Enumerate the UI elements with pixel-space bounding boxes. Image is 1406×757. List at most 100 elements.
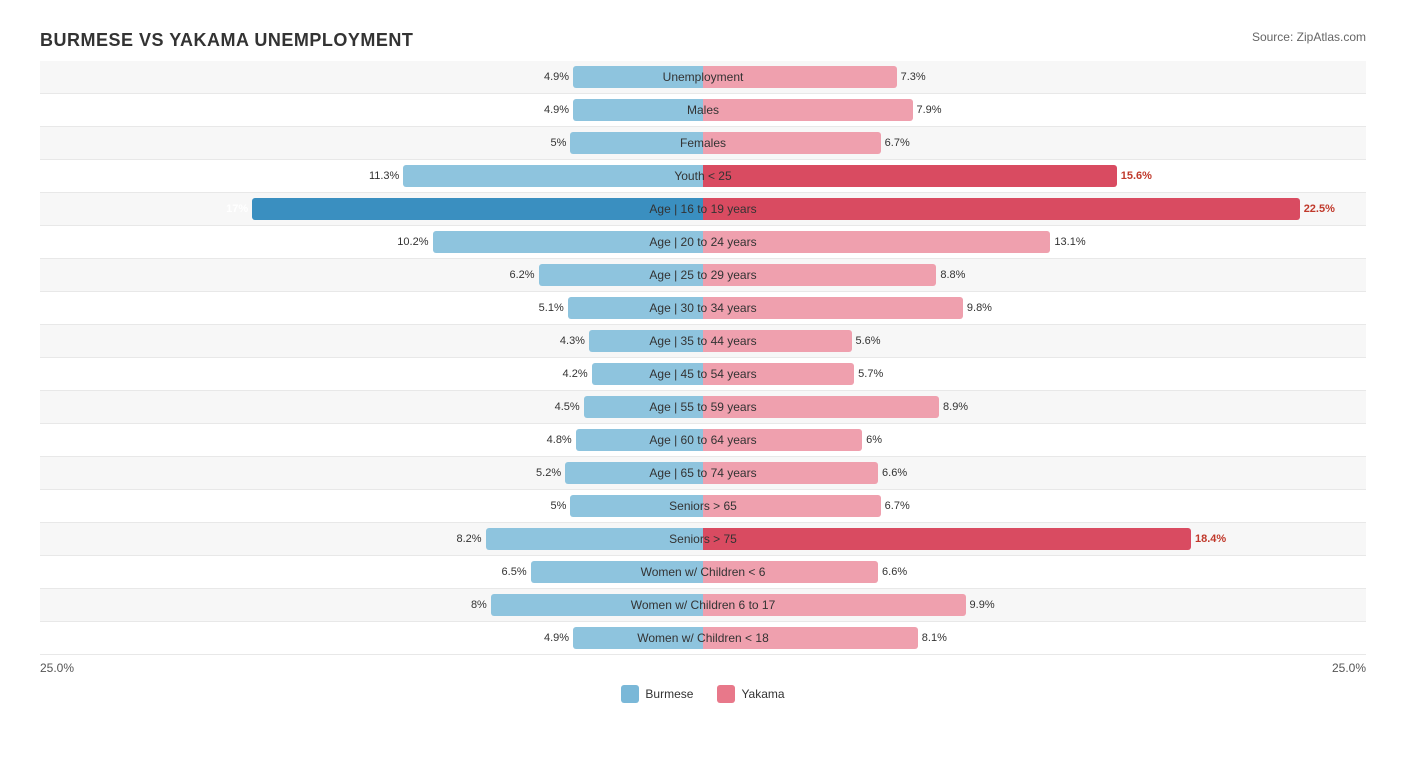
pink-bar <box>703 462 878 484</box>
pink-bar <box>703 396 939 418</box>
table-row: 4.9%7.9%Males <box>40 94 1366 127</box>
value-right: 13.1% <box>1054 236 1085 248</box>
value-left: 4.2% <box>563 368 588 380</box>
burmese-swatch <box>621 685 639 703</box>
value-right: 6.6% <box>882 566 907 578</box>
blue-bar <box>576 429 703 451</box>
table-row: 5.2%6.6%Age | 65 to 74 years <box>40 457 1366 490</box>
value-right: 5.6% <box>856 335 881 347</box>
value-left: 4.9% <box>544 632 569 644</box>
value-right: 7.3% <box>901 71 926 83</box>
pink-bar <box>703 165 1117 187</box>
blue-bar <box>584 396 703 418</box>
value-left: 6.5% <box>502 566 527 578</box>
table-row: 4.3%5.6%Age | 35 to 44 years <box>40 325 1366 358</box>
value-right: 8.9% <box>943 401 968 413</box>
axis-left: 25.0% <box>40 661 703 675</box>
value-right: 6.6% <box>882 467 907 479</box>
blue-bar <box>573 99 703 121</box>
value-left: 5% <box>551 500 567 512</box>
pink-bar <box>703 330 852 352</box>
table-row: 8%9.9%Women w/ Children 6 to 17 <box>40 589 1366 622</box>
pink-bar <box>703 198 1300 220</box>
value-left: 6.2% <box>510 269 535 281</box>
value-right: 9.8% <box>967 302 992 314</box>
axis-row: 25.0% 25.0% <box>40 661 1366 675</box>
pink-bar <box>703 594 966 616</box>
value-right: 6.7% <box>885 500 910 512</box>
table-row: 10.2%13.1%Age | 20 to 24 years <box>40 226 1366 259</box>
legend-yakama: Yakama <box>717 685 784 703</box>
blue-bar <box>252 198 703 220</box>
blue-bar <box>403 165 703 187</box>
table-row: 8.2%18.4%Seniors > 75 <box>40 523 1366 556</box>
chart-area: 4.9%7.3%Unemployment4.9%7.9%Males5%6.7%F… <box>40 61 1366 655</box>
value-right: 8.1% <box>922 632 947 644</box>
chart-title: BURMESE VS YAKAMA UNEMPLOYMENT <box>40 30 413 51</box>
pink-bar <box>703 264 936 286</box>
blue-bar <box>573 66 703 88</box>
table-row: 5.1%9.8%Age | 30 to 34 years <box>40 292 1366 325</box>
chart-header: BURMESE VS YAKAMA UNEMPLOYMENT Source: Z… <box>40 30 1366 51</box>
table-row: 6.2%8.8%Age | 25 to 29 years <box>40 259 1366 292</box>
axis-label-left: 25.0% <box>40 661 74 675</box>
value-left: 5.2% <box>536 467 561 479</box>
pink-bar <box>703 231 1050 253</box>
value-left: 5.1% <box>539 302 564 314</box>
value-left: 10.2% <box>397 236 428 248</box>
axis-label-right: 25.0% <box>1332 661 1366 675</box>
blue-bar <box>570 495 703 517</box>
pink-bar <box>703 66 897 88</box>
value-left: 4.5% <box>555 401 580 413</box>
value-left: 4.8% <box>547 434 572 446</box>
value-right: 7.9% <box>917 104 942 116</box>
blue-bar <box>573 627 703 649</box>
legend-burmese: Burmese <box>621 685 693 703</box>
value-right: 22.5% <box>1304 203 1335 215</box>
blue-bar <box>433 231 704 253</box>
pink-bar <box>703 363 854 385</box>
table-row: 4.9%8.1%Women w/ Children < 18 <box>40 622 1366 655</box>
chart-container: BURMESE VS YAKAMA UNEMPLOYMENT Source: Z… <box>20 20 1386 723</box>
table-row: 11.3%15.6%Youth < 25 <box>40 160 1366 193</box>
pink-bar <box>703 297 963 319</box>
pink-bar <box>703 429 862 451</box>
blue-bar <box>539 264 703 286</box>
blue-bar <box>589 330 703 352</box>
table-row: 4.5%8.9%Age | 55 to 59 years <box>40 391 1366 424</box>
yakama-swatch <box>717 685 735 703</box>
pink-bar <box>703 528 1191 550</box>
blue-bar <box>486 528 703 550</box>
pink-bar <box>703 495 881 517</box>
blue-bar <box>570 132 703 154</box>
table-row: 6.5%6.6%Women w/ Children < 6 <box>40 556 1366 589</box>
legend: Burmese Yakama <box>40 685 1366 703</box>
table-row: 17%22.5%Age | 16 to 19 years <box>40 193 1366 226</box>
table-row: 5%6.7%Seniors > 65 <box>40 490 1366 523</box>
value-right: 6.7% <box>885 137 910 149</box>
pink-bar <box>703 132 881 154</box>
blue-bar <box>568 297 703 319</box>
table-row: 4.9%7.3%Unemployment <box>40 61 1366 94</box>
value-left: 4.9% <box>544 71 569 83</box>
axis-right: 25.0% <box>703 661 1366 675</box>
table-row: 4.2%5.7%Age | 45 to 54 years <box>40 358 1366 391</box>
table-row: 4.8%6%Age | 60 to 64 years <box>40 424 1366 457</box>
blue-bar <box>491 594 703 616</box>
blue-bar <box>565 462 703 484</box>
value-right: 6% <box>866 434 882 446</box>
value-left: 11.3% <box>369 170 399 182</box>
chart-source: Source: ZipAtlas.com <box>1252 30 1366 44</box>
blue-bar <box>531 561 703 583</box>
value-right: 18.4% <box>1195 533 1226 545</box>
value-left: 5% <box>551 137 567 149</box>
value-right: 15.6% <box>1121 170 1152 182</box>
burmese-label: Burmese <box>645 687 693 701</box>
pink-bar <box>703 627 918 649</box>
value-left: 17% <box>226 203 248 215</box>
pink-bar <box>703 99 913 121</box>
value-right: 8.8% <box>940 269 965 281</box>
blue-bar <box>592 363 703 385</box>
table-row: 5%6.7%Females <box>40 127 1366 160</box>
value-left: 8% <box>471 599 487 611</box>
